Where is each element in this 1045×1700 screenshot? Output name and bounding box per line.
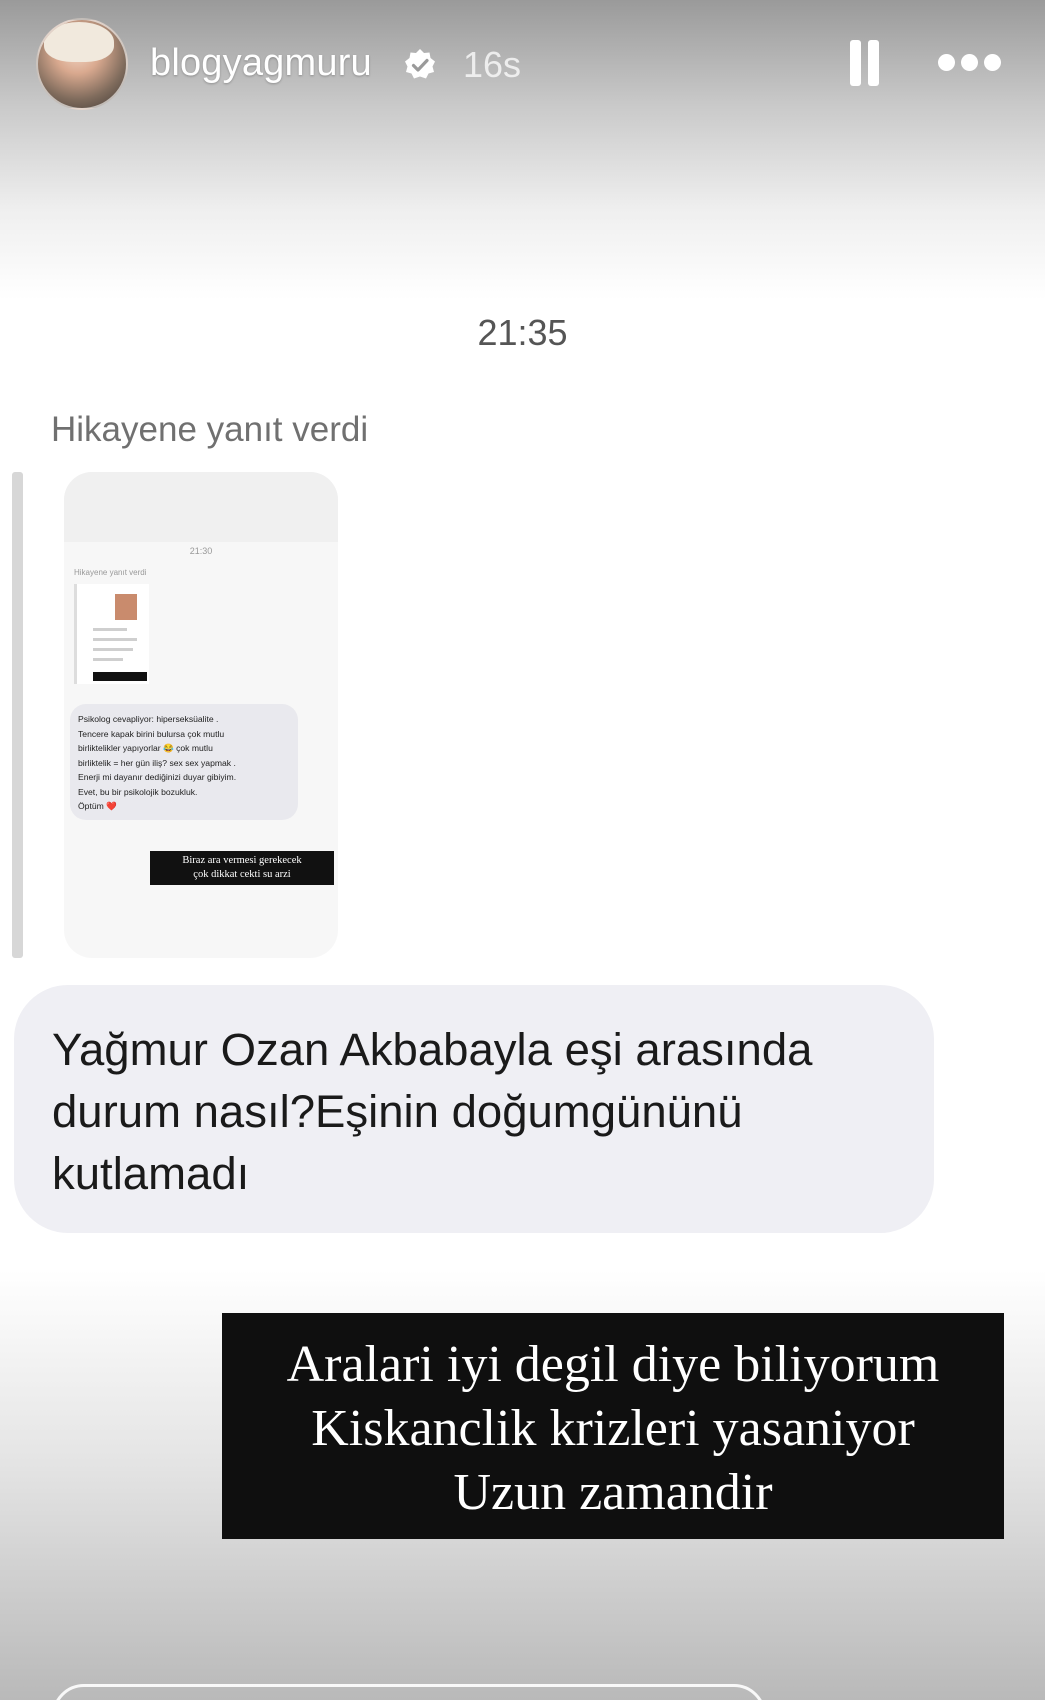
nested-text-line	[93, 648, 133, 651]
message-line: kutlamadı	[52, 1148, 250, 1199]
nested-text-line	[93, 658, 123, 661]
thumbnail-message-line: Enerji mi dayanır dediğinizi duyar gibiy…	[78, 772, 237, 782]
thumbnail-timestamp: 21:30	[189, 546, 213, 556]
more-dot	[938, 54, 955, 71]
thumbnail-message-line: Evet, bu bir psikolojik bozukluk.	[78, 786, 198, 797]
avatar-hair	[44, 22, 114, 62]
story-viewer: 21:35 Hikayene yanıt verdi 21:30 Hikayen…	[0, 0, 1045, 1700]
thumbnail-caption-line: Biraz ara vermesi gerekecek	[182, 855, 302, 866]
replied-story-thumbnail[interactable]: 21:30 Hikayene yanıt verdi Psikolog ceva…	[64, 472, 338, 958]
avatar[interactable]	[36, 18, 128, 110]
thumbnail-message-line: Tencere kapak birini bulursa çok mutlu	[78, 728, 225, 739]
reply-input[interactable]	[52, 1684, 766, 1700]
thumbnail-header	[64, 472, 338, 542]
nested-story-photo	[115, 594, 137, 620]
story-caption: Aralari iyi degil diye biliyorum Kiskanc…	[222, 1313, 1004, 1539]
story-header: blogyagmuru 16s	[0, 0, 1045, 140]
thumbnail-nested-story	[74, 584, 149, 684]
reply-label: Hikayene yanıt verdi	[51, 410, 369, 449]
nested-text-line	[93, 628, 127, 631]
pause-bar	[850, 40, 861, 86]
caption-line: Kiskanclik krizleri yasaniyor	[311, 1400, 915, 1457]
pause-bar	[868, 40, 879, 86]
message-bubble: Yağmur Ozan Akbabayla eşi arasında durum…	[14, 985, 934, 1233]
more-options-icon[interactable]	[938, 52, 1006, 74]
post-age: 16s	[463, 44, 522, 85]
thumbnail-message-line: birliktelik = her gün iliş? sex sex yapm…	[78, 757, 236, 768]
more-dot	[984, 54, 1001, 71]
caption-line: Aralari iyi degil diye biliyorum	[286, 1336, 940, 1393]
reply-indicator-bar	[12, 472, 23, 958]
chat-timestamp: 21:35	[477, 312, 568, 353]
thumbnail-message-line: Öptüm ❤️	[78, 801, 117, 811]
verified-badge-icon	[405, 49, 435, 79]
pause-icon[interactable]	[848, 40, 882, 88]
more-dot	[961, 54, 978, 71]
message-line: durum nasıl?Eşinin doğumgününü	[52, 1086, 743, 1137]
caption-line: Uzun zamandir	[453, 1464, 773, 1521]
nested-caption	[93, 672, 147, 681]
thumbnail-message-line: birliktelikler yapıyorlar 😂 çok mutlu	[78, 743, 213, 753]
message-line: Yağmur Ozan Akbabayla eşi arasında	[52, 1024, 813, 1075]
thumbnail-caption-line: çok dikkat cekti su arzi	[193, 869, 291, 880]
thumbnail-caption: Biraz ara vermesi gerekecek çok dikkat c…	[150, 851, 334, 885]
thumbnail-reply-label: Hikayene yanıt verdi	[74, 568, 147, 577]
thumbnail-message-line: Psikolog cevapliyor: hiperseksüalite .	[78, 714, 219, 724]
username[interactable]: blogyagmuru	[150, 42, 372, 85]
nested-text-line	[93, 638, 137, 641]
thumbnail-message-bubble: Psikolog cevapliyor: hiperseksüalite . T…	[70, 704, 298, 820]
